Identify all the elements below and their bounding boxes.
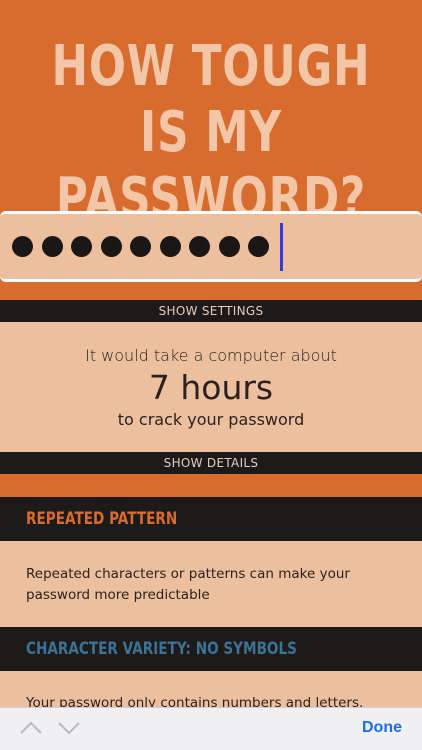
masked-char <box>71 236 92 257</box>
section-text: Repeated characters or patterns can make… <box>26 566 350 603</box>
crack-time-intro: It would take a computer about <box>85 346 337 365</box>
chevron-down-icon[interactable] <box>58 720 80 736</box>
section-repeated-pattern-header: REPEATED PATTERN <box>0 497 422 541</box>
section-character-variety-header: CHARACTER VARIETY: NO SYMBOLS <box>0 627 422 671</box>
masked-char <box>218 236 240 257</box>
masked-char <box>248 236 269 257</box>
done-button[interactable]: Done <box>362 719 402 737</box>
masked-char <box>12 236 33 257</box>
crack-time-panel: It would take a computer about 7 hours t… <box>0 322 422 452</box>
page-title: HOW TOUGH IS MY PASSWORD? <box>46 34 375 232</box>
masked-char <box>41 236 63 257</box>
show-settings-label: SHOW SETTINGS <box>158 304 264 318</box>
crack-time-outro: to crack your password <box>117 410 305 429</box>
masked-char <box>189 236 210 257</box>
section-title: CHARACTER VARIETY: NO SYMBOLS <box>26 639 297 659</box>
masked-char <box>130 236 151 257</box>
section-character-variety-body: Your password only contains numbers and … <box>0 671 422 732</box>
show-settings-button[interactable]: SHOW SETTINGS <box>0 300 422 322</box>
title-line-1: HOW TOUGH IS MY <box>51 34 371 165</box>
masked-char <box>159 236 181 257</box>
password-field[interactable] <box>0 211 422 282</box>
section-title: REPEATED PATTERN <box>26 509 178 529</box>
section-repeated-pattern-body: Repeated characters or patterns can make… <box>0 541 422 627</box>
text-caret <box>279 222 283 271</box>
show-details-button[interactable]: SHOW DETAILS <box>0 452 422 474</box>
show-details-label: SHOW DETAILS <box>163 456 259 470</box>
crack-time-value: 7 hours <box>148 368 274 407</box>
keyboard-toolbar: Done <box>0 707 422 750</box>
masked-char <box>100 236 122 257</box>
chevron-up-icon[interactable] <box>20 720 42 736</box>
